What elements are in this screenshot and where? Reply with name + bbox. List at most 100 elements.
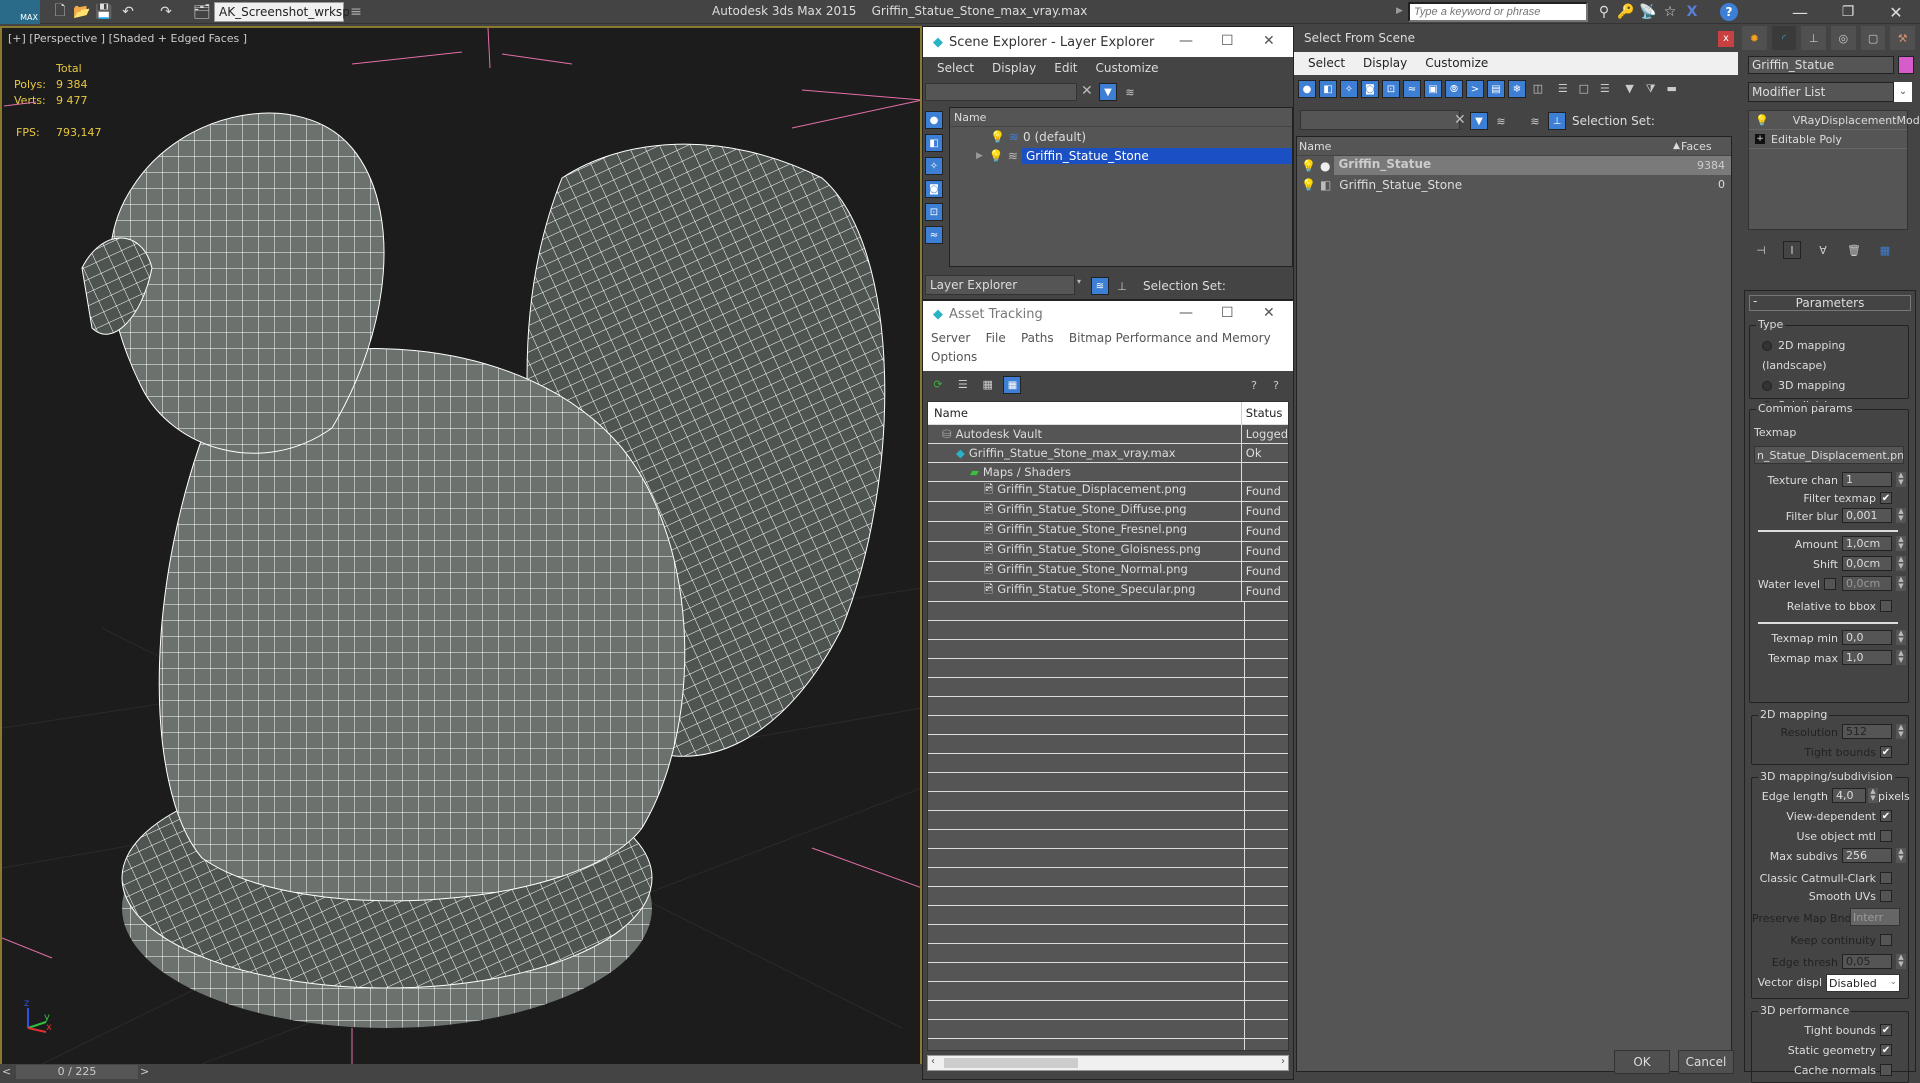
- thumbnail-view-icon[interactable]: ▦: [979, 375, 997, 393]
- spinner-arrows-icon[interactable]: ▲ ▼: [1896, 848, 1906, 863]
- filter-icon[interactable]: ▼: [1470, 112, 1488, 130]
- advanced-filter-icon[interactable]: ⧩: [1642, 80, 1660, 98]
- asset-tracking-titlebar[interactable]: ◆ Asset Tracking — ☐ ✕: [923, 301, 1293, 327]
- spinner-arrows-icon[interactable]: ▲ ▼: [1896, 650, 1906, 665]
- select-from-scene-titlebar[interactable]: Select From Scene x: [1294, 26, 1738, 52]
- spinner-arrows-icon[interactable]: ▲ ▼: [1896, 954, 1906, 969]
- redo-icon[interactable]: ↷: [156, 2, 176, 22]
- hierarchy-view-icon[interactable]: ⊥: [1548, 112, 1566, 130]
- spinner-arrows-icon[interactable]: ▲ ▼: [1896, 630, 1906, 645]
- project-folder-icon[interactable]: 🗂: [192, 2, 212, 22]
- select-invert-icon[interactable]: ☰: [1596, 79, 1614, 97]
- column-config-icon[interactable]: ▬: [1663, 79, 1681, 97]
- resolution-spinner[interactable]: 512: [1842, 724, 1892, 739]
- spacewarps-filter-icon[interactable]: ≈: [1403, 80, 1421, 98]
- viewport-perspective[interactable]: [+] [Perspective ] [Shaded + Edged Faces…: [0, 26, 922, 1066]
- select-search-input[interactable]: [1300, 110, 1460, 130]
- helpers-filter-icon[interactable]: ⊡: [1382, 80, 1400, 98]
- water-level-checkbox[interactable]: [1824, 578, 1836, 590]
- asset-row[interactable]: 🖻 Griffin_Statue_Stone_Gloisness.png Found: [928, 541, 1288, 562]
- dropdown-arrow-icon[interactable]: ▾: [1077, 277, 1081, 286]
- modifier-stack-item[interactable]: + Editable Poly: [1749, 130, 1907, 149]
- relative-bbox-checkbox[interactable]: [1880, 600, 1892, 612]
- clear-search-icon[interactable]: ✕: [1454, 112, 1466, 128]
- object-name-field[interactable]: Griffin_Statue: [1748, 56, 1894, 74]
- column-header-faces[interactable]: Faces: [1677, 139, 1712, 153]
- modifier-list-dropdown[interactable]: Modifier List: [1748, 82, 1894, 102]
- scene-explorer-search[interactable]: [925, 83, 1077, 101]
- column-header-name[interactable]: Name: [928, 402, 1242, 425]
- minimize-button[interactable]: —: [1179, 33, 1193, 49]
- help-settings-icon[interactable]: ?: [1267, 376, 1285, 394]
- asset-row[interactable]: 🖻 Griffin_Statue_Stone_Fresnel.png Found: [928, 521, 1288, 542]
- scroll-left-icon[interactable]: ‹: [931, 1056, 935, 1067]
- spacewarps-filter-icon[interactable]: ≈: [925, 226, 943, 244]
- utilities-tab-icon[interactable]: ⚒: [1890, 26, 1916, 50]
- lightbulb-icon[interactable]: 💡: [1301, 159, 1316, 173]
- menu-customize[interactable]: Customize: [1096, 61, 1159, 75]
- asset-row[interactable]: 🖻 Griffin_Statue_Stone_Normal.png Found: [928, 561, 1288, 582]
- create-tab-icon[interactable]: ✹: [1742, 26, 1767, 50]
- filter-icon[interactable]: ▼: [1099, 83, 1117, 101]
- column-header-name[interactable]: Name: [950, 108, 1292, 127]
- configure-modifier-sets-icon[interactable]: ▦: [1876, 241, 1894, 259]
- close-button[interactable]: ✕: [1263, 305, 1275, 321]
- layer-row-selected[interactable]: ▶ 💡 ≋ Griffin_Statue_Stone: [950, 146, 1292, 165]
- use-object-mtl-checkbox[interactable]: [1880, 830, 1892, 842]
- lights-filter-icon[interactable]: ✧: [925, 157, 943, 175]
- expand-arrow-icon[interactable]: ▶: [976, 151, 983, 161]
- collapse-icon[interactable]: -: [1753, 294, 1757, 308]
- asset-row[interactable]: ▰ Maps / Shaders: [928, 462, 1288, 482]
- satellite-icon[interactable]: 📡: [1638, 2, 1658, 22]
- frame-indicator[interactable]: 0 / 225: [16, 1065, 138, 1079]
- preserve-map-dropdown[interactable]: Interr: [1850, 908, 1900, 926]
- menu-display[interactable]: Display: [992, 61, 1036, 75]
- customize-toolbar-icon[interactable]: ≡: [346, 2, 366, 22]
- select-all-icon[interactable]: ☰: [1554, 79, 1572, 97]
- edge-length-spinner[interactable]: 4,0: [1832, 788, 1866, 803]
- vector-displ-dropdown[interactable]: Disabled ⌄: [1826, 974, 1900, 992]
- undo-icon[interactable]: ↶: [118, 2, 138, 22]
- minimize-button[interactable]: —: [1179, 305, 1193, 321]
- asset-row[interactable]: 🖻 Griffin_Statue_Stone_Specular.png Found: [928, 581, 1288, 602]
- lights-filter-icon[interactable]: ✧: [1340, 80, 1358, 98]
- minimize-button[interactable]: —: [1790, 2, 1810, 22]
- spinner-arrows-icon[interactable]: ▲ ▼: [1868, 788, 1878, 803]
- help-icon[interactable]: ?: [1720, 3, 1738, 21]
- remove-modifier-icon[interactable]: 🗑: [1845, 241, 1863, 259]
- asset-row[interactable]: ◆ Griffin_Statue_Stone_max_vray.max Ok: [928, 443, 1288, 463]
- asset-row[interactable]: 🖻 Griffin_Statue_Displacement.png Found: [928, 481, 1288, 502]
- menu-options[interactable]: Options: [931, 350, 977, 364]
- chevron-down-icon[interactable]: ⌄: [1894, 82, 1912, 102]
- select-none-icon[interactable]: □: [1575, 79, 1593, 97]
- texmap-button[interactable]: n_Statue_Displacement.png): [1754, 446, 1904, 464]
- layers-filter-icon[interactable]: ≋: [1492, 112, 1510, 130]
- catmull-clark-checkbox[interactable]: [1880, 872, 1892, 884]
- clear-search-icon[interactable]: ✕: [1081, 83, 1093, 99]
- pin-stack-icon[interactable]: ⊣: [1752, 241, 1770, 259]
- tight-bounds-2d-checkbox[interactable]: ✔: [1880, 746, 1892, 758]
- time-slider[interactable]: < 0 / 225 >: [0, 1064, 922, 1080]
- texmap-max-spinner[interactable]: 1,0: [1842, 650, 1892, 665]
- tight-bounds-checkbox[interactable]: ✔: [1880, 1024, 1892, 1036]
- hierarchy-view-icon[interactable]: ⊥: [1113, 277, 1131, 295]
- texmap-min-spinner[interactable]: 0,0: [1842, 630, 1892, 645]
- app-logo-button[interactable]: MAX: [0, 0, 40, 24]
- open-file-icon[interactable]: 📂: [72, 2, 92, 22]
- xrefs-filter-icon[interactable]: ⦾: [1445, 80, 1463, 98]
- view-dependent-checkbox[interactable]: ✔: [1880, 810, 1892, 822]
- radio-2d-mapping[interactable]: 2D mapping (landscape): [1762, 336, 1908, 376]
- help-icon[interactable]: ?: [1245, 376, 1263, 394]
- menu-customize[interactable]: Customize: [1425, 56, 1488, 70]
- menu-select[interactable]: Select: [937, 61, 974, 75]
- max-subdivs-spinner[interactable]: 256: [1842, 848, 1892, 863]
- column-header-status[interactable]: Status: [1241, 402, 1288, 425]
- asset-row[interactable]: ⛁ Autodesk Vault Logged: [928, 424, 1288, 444]
- close-button[interactable]: ✕: [1263, 33, 1275, 49]
- layer-row[interactable]: 💡 ≋ 0 (default): [950, 127, 1292, 146]
- menu-paths[interactable]: Paths: [1021, 331, 1054, 345]
- table-view-icon[interactable]: ▦: [1003, 376, 1022, 394]
- maximize-button[interactable]: ☐: [1221, 305, 1234, 321]
- lightbulb-icon[interactable]: 💡: [1301, 178, 1316, 192]
- cameras-filter-icon[interactable]: ◙: [925, 180, 943, 198]
